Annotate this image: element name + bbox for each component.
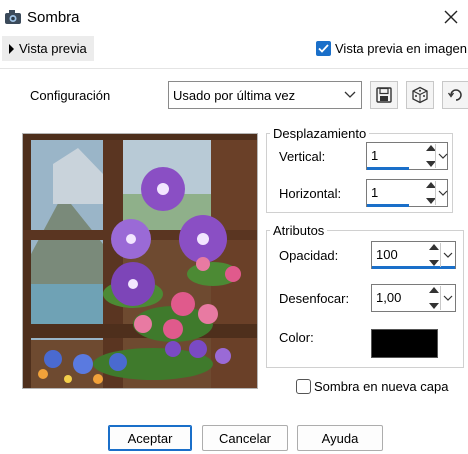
divider xyxy=(0,68,468,69)
save-preset-button[interactable] xyxy=(370,81,398,109)
randomize-button[interactable] xyxy=(406,81,434,109)
preview-in-image-label: Vista previa en imagen xyxy=(335,41,468,56)
displacement-group-title: Desplazamiento xyxy=(270,126,370,141)
horizontal-label: Horizontal: xyxy=(279,186,342,201)
horizontal-value[interactable]: 1 xyxy=(371,185,378,200)
horizontal-dropdown-button[interactable] xyxy=(435,181,449,205)
opacity-spinbox[interactable]: 100 xyxy=(371,241,456,269)
config-label: Configuración xyxy=(30,88,111,103)
chevron-down-icon xyxy=(344,91,356,98)
shadow-new-layer-checkbox[interactable] xyxy=(296,379,311,394)
preview-image[interactable] xyxy=(22,133,258,389)
reset-defaults-button[interactable] xyxy=(442,81,468,109)
vertical-value[interactable]: 1 xyxy=(371,148,378,163)
accept-button-label: Aceptar xyxy=(127,430,173,446)
vertical-spinbox[interactable]: 1 xyxy=(366,142,448,170)
increment-arrow-icon[interactable] xyxy=(429,244,439,250)
config-preset-select[interactable]: Usado por última vez xyxy=(168,81,362,109)
attributes-group-title: Atributos xyxy=(270,223,328,238)
opacity-stepper[interactable] xyxy=(428,244,440,266)
vertical-focus-bar xyxy=(367,167,409,170)
horizontal-spinbox[interactable]: 1 xyxy=(366,179,448,207)
decrement-arrow-icon[interactable] xyxy=(429,260,439,266)
close-icon xyxy=(444,10,458,24)
blur-stepper[interactable] xyxy=(428,287,440,309)
shadow-color-swatch[interactable] xyxy=(371,329,438,358)
dice-icon xyxy=(412,86,428,104)
close-button[interactable] xyxy=(438,4,464,30)
vertical-label: Vertical: xyxy=(279,149,326,164)
vertical-dropdown-button[interactable] xyxy=(435,144,449,168)
expand-triangle-icon xyxy=(9,43,14,54)
increment-arrow-icon[interactable] xyxy=(429,287,439,293)
horizontal-focus-bar xyxy=(367,204,409,207)
decrement-arrow-icon[interactable] xyxy=(429,303,439,309)
config-selected-value: Usado por última vez xyxy=(173,87,296,103)
window-title: Sombra xyxy=(27,9,80,26)
reset-icon xyxy=(447,89,462,101)
chevron-down-icon xyxy=(443,295,452,301)
blur-value[interactable]: 1,00 xyxy=(376,290,401,305)
color-label: Color: xyxy=(279,330,314,345)
shadow-new-layer-label: Sombra en nueva capa xyxy=(314,379,449,394)
cancel-button-label: Cancelar xyxy=(218,430,272,446)
blur-label: Desenfocar: xyxy=(279,291,350,306)
preview-in-image-checkbox[interactable] xyxy=(316,41,331,56)
help-button-label: Ayuda xyxy=(321,430,359,446)
opacity-value[interactable]: 100 xyxy=(376,247,398,262)
opacity-dropdown-button[interactable] xyxy=(440,243,454,267)
blur-spinbox[interactable]: 1,00 xyxy=(371,284,456,312)
checkmark-icon xyxy=(318,44,329,53)
preview-toggle-label: Vista previa xyxy=(19,41,87,56)
blur-dropdown-button[interactable] xyxy=(440,286,454,310)
camera-app-icon xyxy=(4,9,22,25)
accept-button[interactable]: Aceptar xyxy=(108,425,192,451)
save-icon xyxy=(376,87,392,103)
opacity-label: Opacidad: xyxy=(279,248,339,263)
help-button[interactable]: Ayuda xyxy=(297,425,383,451)
cancel-button[interactable]: Cancelar xyxy=(202,425,288,451)
preview-toggle-button[interactable]: Vista previa xyxy=(2,36,94,61)
chevron-down-icon xyxy=(443,252,452,258)
chevron-down-icon xyxy=(438,153,447,159)
chevron-down-icon xyxy=(438,190,447,196)
